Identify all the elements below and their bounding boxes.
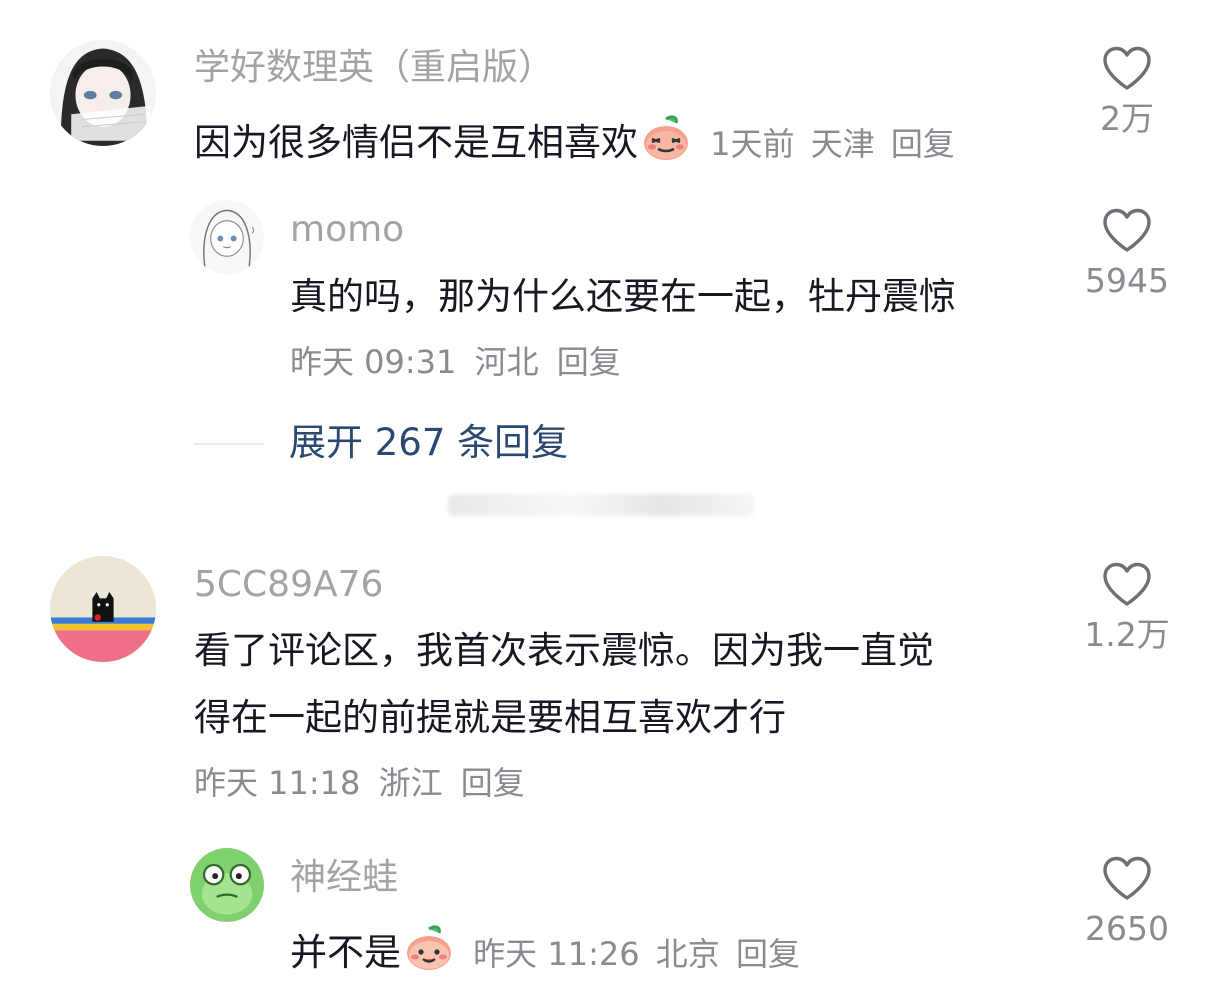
expand-replies-label[interactable]: 展开 267 条回复 <box>289 424 568 461</box>
username[interactable]: 5CC89A76 <box>194 567 383 603</box>
peach-face-emoji-icon <box>644 115 688 160</box>
loading-placeholder <box>448 494 754 516</box>
comment-text: 因为很多情侣不是互相喜欢 1天前 天津 回复 <box>194 115 955 163</box>
username[interactable]: momo <box>290 212 404 248</box>
comment-text-line: 得在一起的前提就是要相互喜欢才行 <box>194 696 786 739</box>
comment-location: 浙江 <box>378 764 443 802</box>
comment-meta: 昨天 11:18 浙江 回复 <box>194 767 533 799</box>
heart-outline-icon <box>1103 208 1151 252</box>
heart-outline-icon <box>1103 46 1151 90</box>
comment-time: 昨天 11:26 <box>473 935 640 973</box>
like-button[interactable]: 1.2万 <box>1082 562 1172 651</box>
like-count: 1.2万 <box>1084 615 1170 654</box>
comment-time: 昨天 11:18 <box>194 764 361 802</box>
avatar[interactable] <box>50 40 156 146</box>
reply-button[interactable]: 回复 <box>891 125 955 163</box>
reply-button[interactable]: 回复 <box>461 764 525 802</box>
peach-face-emoji-icon <box>407 925 451 970</box>
divider <box>194 443 264 445</box>
comment-location: 北京 <box>655 935 720 973</box>
heart-outline-icon <box>1103 856 1151 900</box>
reply-button[interactable]: 回复 <box>557 343 621 381</box>
like-count: 2万 <box>1100 99 1154 138</box>
comment-location: 河北 <box>474 343 539 381</box>
comment-time: 1天前 <box>710 125 795 163</box>
like-button[interactable]: 2650 <box>1082 856 1172 945</box>
comment-location: 天津 <box>810 125 875 163</box>
avatar-sketch-image <box>190 200 264 274</box>
avatar[interactable] <box>190 848 264 922</box>
avatar-girl-image <box>50 40 156 146</box>
comment-text-line: 看了评论区，我首次表示震惊。因为我一直觉 <box>194 629 934 672</box>
avatar[interactable] <box>190 200 264 274</box>
like-button[interactable]: 2万 <box>1082 46 1172 135</box>
like-button[interactable]: 5945 <box>1082 208 1172 297</box>
avatar[interactable] <box>50 556 156 662</box>
like-count: 2650 <box>1085 909 1169 948</box>
reply-button[interactable]: 回复 <box>736 935 800 973</box>
comment-text-content: 因为很多情侣不是互相喜欢 <box>194 121 638 164</box>
comment-text: 真的吗，那为什么还要在一起，牡丹震惊 <box>290 275 956 318</box>
comment-text: 并不是 昨天 11:26 北京 回复 <box>290 925 800 973</box>
comment-time: 昨天 09:31 <box>290 343 457 381</box>
like-count: 5945 <box>1085 261 1169 300</box>
comment-meta: 昨天 09:31 河北 回复 <box>290 346 629 378</box>
username[interactable]: 学好数理英（重启版） <box>194 50 554 86</box>
avatar-black-cat-image <box>50 556 156 662</box>
heart-outline-icon <box>1103 562 1151 606</box>
username[interactable]: 神经蛙 <box>290 860 398 896</box>
avatar-frog-image <box>190 848 264 922</box>
comment-text-content: 并不是 <box>290 931 401 974</box>
